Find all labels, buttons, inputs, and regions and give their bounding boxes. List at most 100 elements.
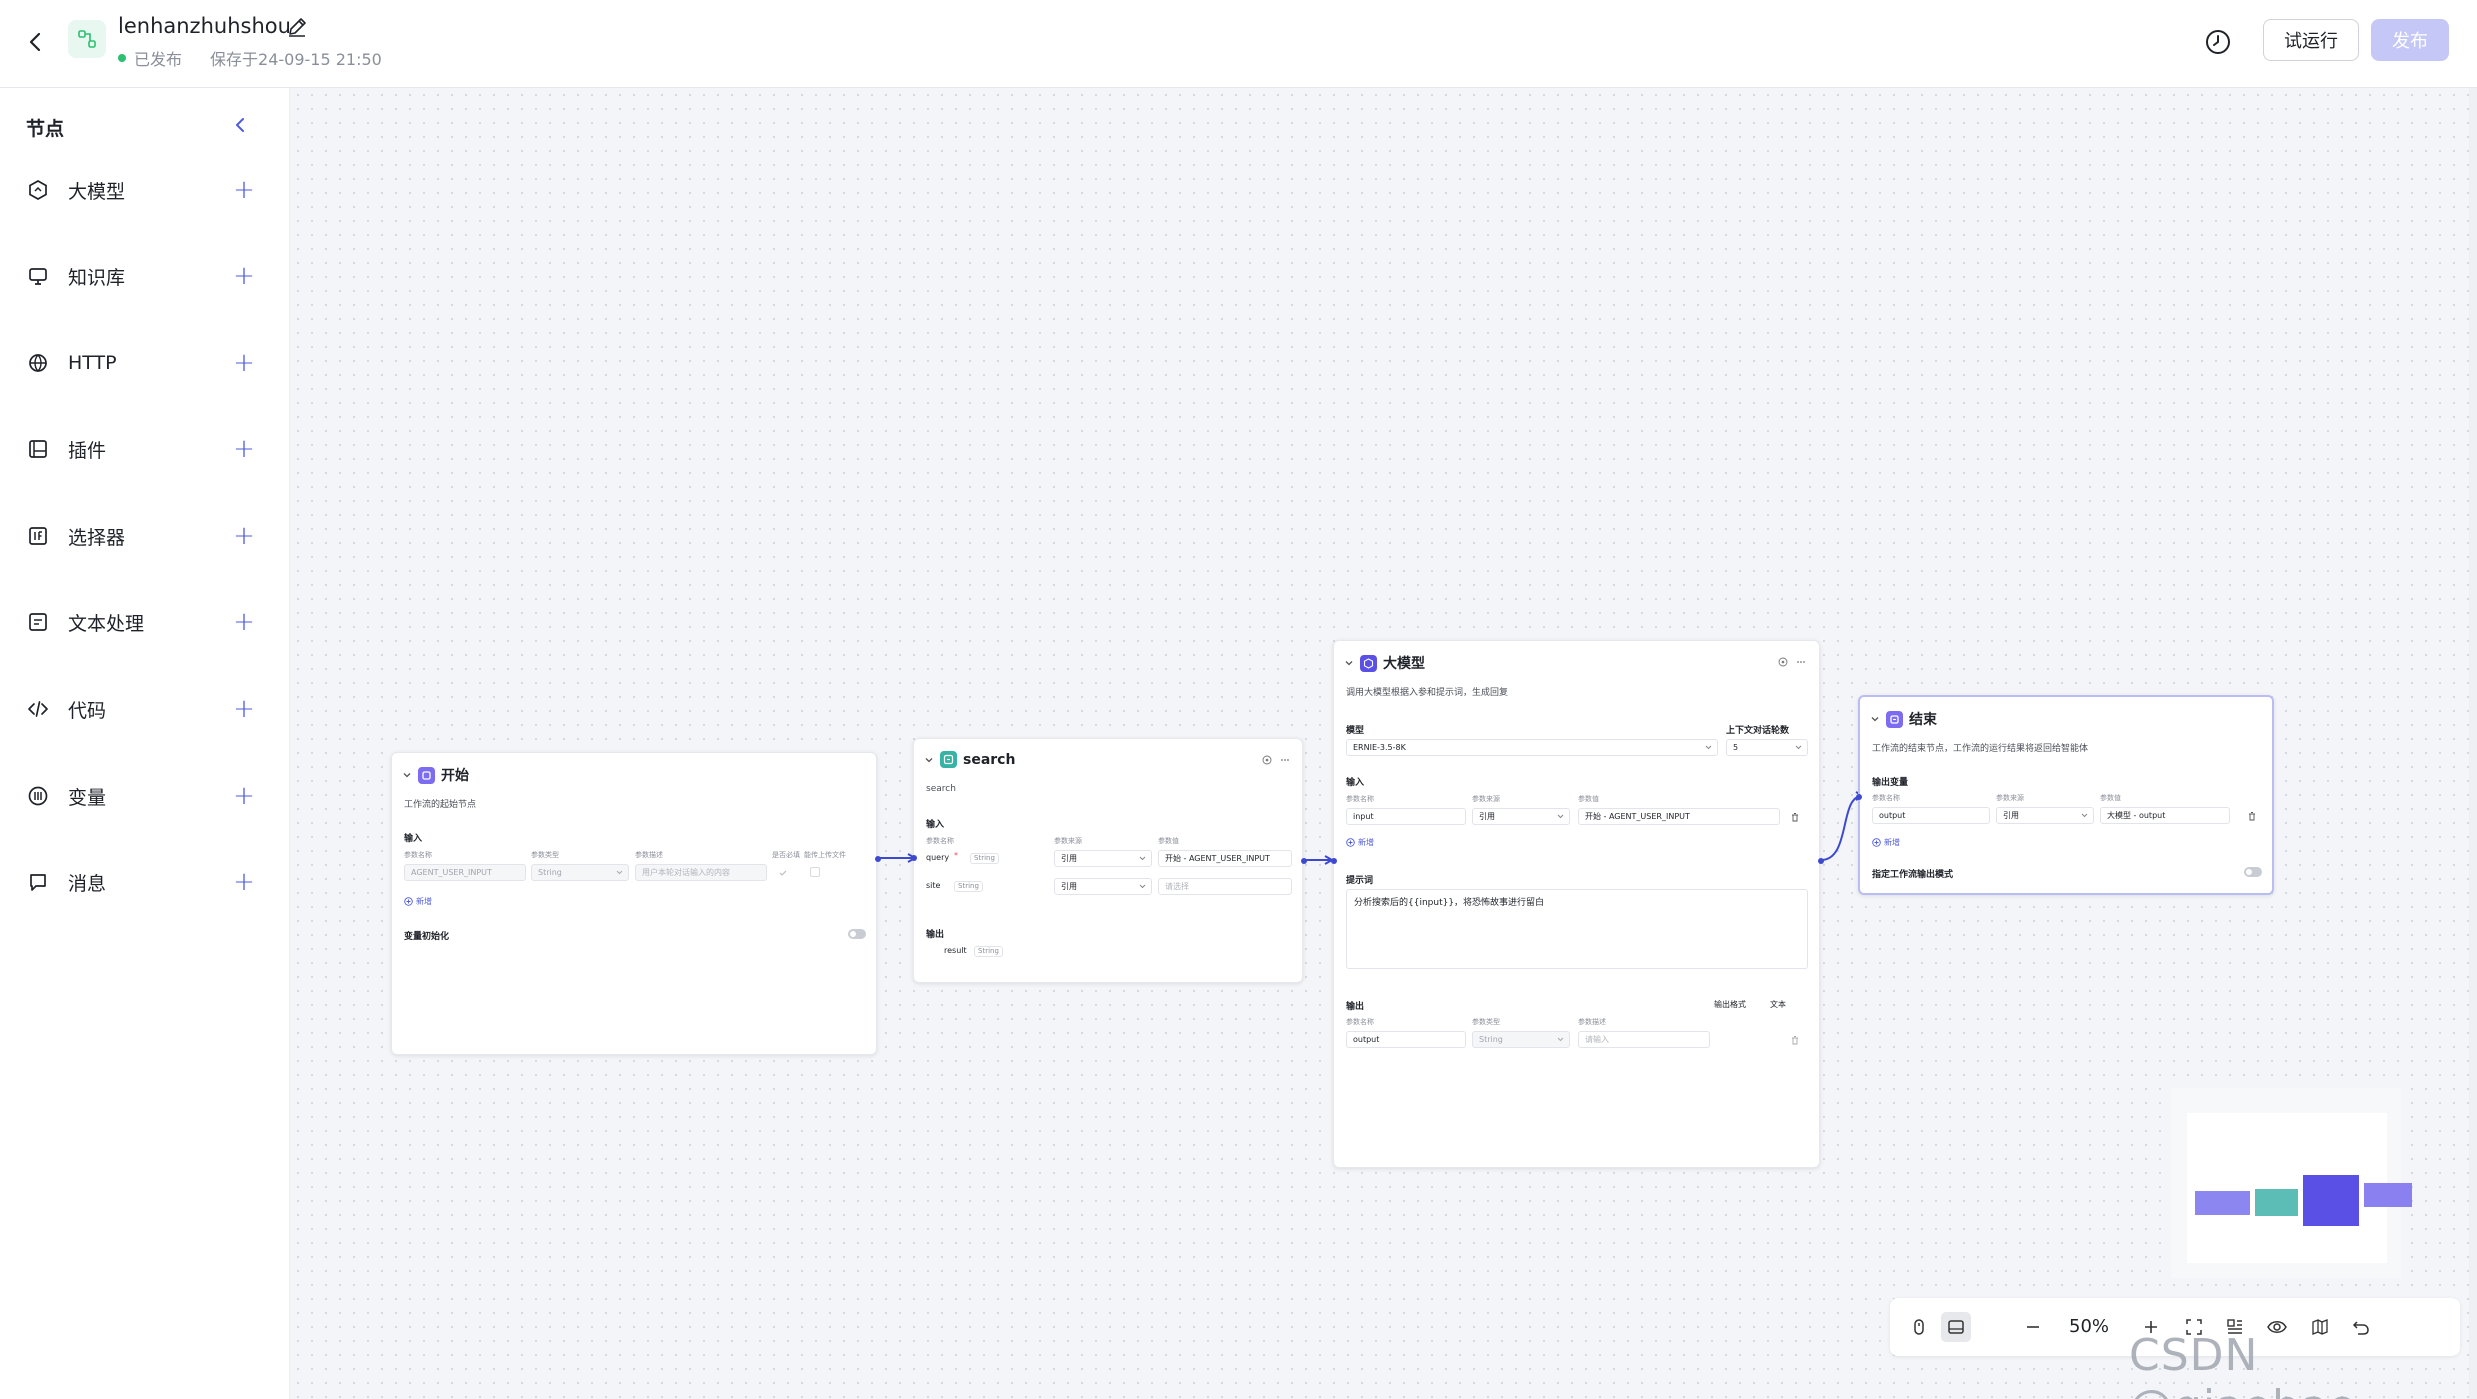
sidebar-item-selector[interactable]: 选择器 + xyxy=(26,516,256,556)
plus-icon[interactable]: + xyxy=(232,348,256,378)
input-port[interactable] xyxy=(1856,794,1862,800)
start-node-icon xyxy=(418,766,435,784)
plus-icon[interactable]: + xyxy=(232,867,256,897)
output-type-value: String xyxy=(1479,1035,1503,1044)
sidebar-item-message[interactable]: 消息 + xyxy=(26,862,256,902)
workflow-icon xyxy=(78,30,96,48)
zoom-level[interactable]: 50% xyxy=(2069,1316,2109,1337)
minimap[interactable] xyxy=(2171,1088,2412,1278)
output-desc-field[interactable]: 请输入 xyxy=(1578,1031,1710,1048)
chevron-down-icon[interactable] xyxy=(402,770,412,780)
sidebar-item-label: 插件 xyxy=(68,439,107,462)
touchpad-icon xyxy=(1948,1320,1964,1334)
trash-icon[interactable] xyxy=(2247,811,2257,821)
var-init-toggle[interactable] xyxy=(848,929,866,939)
watermark: CSDN @giaobao xyxy=(2129,1330,2356,1399)
node-title: search xyxy=(963,751,1016,768)
plus-icon[interactable]: + xyxy=(232,261,256,291)
source-select[interactable]: 引用 xyxy=(1472,808,1570,825)
source-select[interactable]: 引用 xyxy=(1054,878,1152,895)
value-select[interactable]: 大模型 - output xyxy=(2100,807,2230,824)
var-name-field[interactable]: output xyxy=(1872,807,1990,824)
zoom-out-button[interactable] xyxy=(2018,1312,2048,1342)
trash-icon[interactable] xyxy=(1790,1035,1800,1045)
chevron-down-icon[interactable] xyxy=(924,755,934,765)
back-button[interactable] xyxy=(16,22,56,62)
sidebar-item-knowledge[interactable]: 知识库 + xyxy=(26,256,256,296)
output-name-field[interactable]: output xyxy=(1346,1031,1466,1048)
node-header: 开始 xyxy=(402,765,469,785)
sidebar-item-llm[interactable]: 大模型 + xyxy=(26,170,256,210)
upload-checkbox[interactable] xyxy=(810,867,820,877)
model-select[interactable]: ERNIE-3.5-8K xyxy=(1346,739,1718,756)
prompt-textarea[interactable]: 分析搜索后的{{input}}，将恐怖故事进行留白 xyxy=(1346,889,1808,969)
chevron-down-icon[interactable] xyxy=(1344,658,1354,668)
start-node[interactable]: 开始 工作流的起始节点 输入 参数名称 参数类型 参数描述 是否必填 能传上传文… xyxy=(391,752,881,1055)
touchpad-mode-button[interactable] xyxy=(1941,1312,1971,1342)
sidebar-item-code[interactable]: 代码 + xyxy=(26,689,256,729)
debug-icon[interactable] xyxy=(1262,755,1272,765)
output-port[interactable] xyxy=(1818,858,1824,864)
output-port[interactable] xyxy=(1301,858,1307,864)
mouse-mode-button[interactable] xyxy=(1904,1312,1934,1342)
minimap-viewport[interactable] xyxy=(2187,1113,2412,1263)
plus-icon[interactable]: + xyxy=(232,521,256,551)
context-rounds-select[interactable]: 5 xyxy=(1726,739,1808,756)
col-param-desc: 参数描述 xyxy=(1578,1018,1606,1026)
stream-mode-toggle[interactable] xyxy=(2244,867,2262,877)
sidebar-item-label: 大模型 xyxy=(68,180,126,203)
more-icon[interactable] xyxy=(1796,657,1806,667)
edit-icon[interactable] xyxy=(286,16,308,38)
node-desc: 工作流的结束节点，工作流的运行结果将返回给智能体 xyxy=(1872,744,2089,754)
sidebar-item-variable[interactable]: 变量 + xyxy=(26,776,256,816)
node-desc: 工作流的起始节点 xyxy=(404,800,477,810)
llm-node[interactable]: 大模型 调用大模型根据入参和提示词，生成回复 模型 上下文对话轮数 ERNIE-… xyxy=(1331,640,1824,1168)
plus-circle-icon xyxy=(1872,838,1881,847)
publish-button[interactable]: 发布 xyxy=(2371,19,2449,61)
debug-icon[interactable] xyxy=(1778,657,1788,667)
search-node[interactable]: search search 输入 参数名称 参数来源 参数值 query * S… xyxy=(911,738,1307,983)
sidebar-item-http[interactable]: HTTP + xyxy=(26,343,256,383)
chevron-down-icon[interactable] xyxy=(1870,714,1880,724)
plus-icon[interactable]: + xyxy=(232,607,256,637)
plus-icon[interactable]: + xyxy=(232,434,256,464)
value-select[interactable]: 请选择 xyxy=(1158,878,1292,895)
add-param-button[interactable]: 新增 xyxy=(404,896,432,907)
col-param-desc: 参数描述 xyxy=(635,851,663,859)
input-name-field[interactable]: input xyxy=(1346,808,1466,825)
output-format-select[interactable]: 文本 xyxy=(1770,999,1786,1010)
value-select[interactable]: 开始 - AGENT_USER_INPUT xyxy=(1158,850,1292,867)
value-select[interactable]: 开始 - AGENT_USER_INPUT xyxy=(1578,808,1780,825)
sidebar-item-text-processing[interactable]: 文本处理 + xyxy=(26,602,256,642)
test-run-button[interactable]: 试运行 xyxy=(2263,19,2359,61)
param-desc-placeholder: 用户本轮对话输入的内容 xyxy=(642,868,730,877)
workflow-canvas[interactable]: 开始 工作流的起始节点 输入 参数名称 参数类型 参数描述 是否必填 能传上传文… xyxy=(291,88,2477,1399)
add-var-button[interactable]: 新增 xyxy=(1872,837,1900,848)
sidebar-item-label: 选择器 xyxy=(68,526,126,549)
col-param-source: 参数来源 xyxy=(1996,794,2024,802)
input-port[interactable] xyxy=(1331,858,1337,864)
input-port[interactable] xyxy=(911,855,917,861)
col-required: 是否必填 xyxy=(772,851,800,859)
plus-icon[interactable]: + xyxy=(232,175,256,205)
context-rounds-label: 上下文对话轮数 xyxy=(1726,726,1790,736)
trash-icon[interactable] xyxy=(1790,812,1800,822)
source-select[interactable]: 引用 xyxy=(1054,850,1152,867)
check-icon xyxy=(779,870,787,876)
source-select[interactable]: 引用 xyxy=(1996,807,2094,824)
context-value: 5 xyxy=(1733,743,1739,752)
source-value: 引用 xyxy=(2003,811,2019,820)
plus-icon[interactable]: + xyxy=(232,694,256,724)
more-icon[interactable] xyxy=(1280,755,1290,765)
publish-status: 已发布 xyxy=(134,50,183,69)
variable-icon xyxy=(26,784,50,808)
plus-icon[interactable]: + xyxy=(232,781,256,811)
type-tag: String xyxy=(974,946,1003,957)
sidebar-item-plugin[interactable]: 插件 + xyxy=(26,429,256,469)
collapse-sidebar-icon[interactable] xyxy=(230,114,252,136)
history-button[interactable] xyxy=(2200,24,2236,60)
model-label: 模型 xyxy=(1346,726,1365,736)
add-param-button[interactable]: 新增 xyxy=(1346,837,1374,848)
output-port[interactable] xyxy=(875,856,881,862)
end-node[interactable]: 结束 工作流的结束节点，工作流的运行结果将返回给智能体 输出变量 参数名称 参数… xyxy=(1856,695,2274,895)
